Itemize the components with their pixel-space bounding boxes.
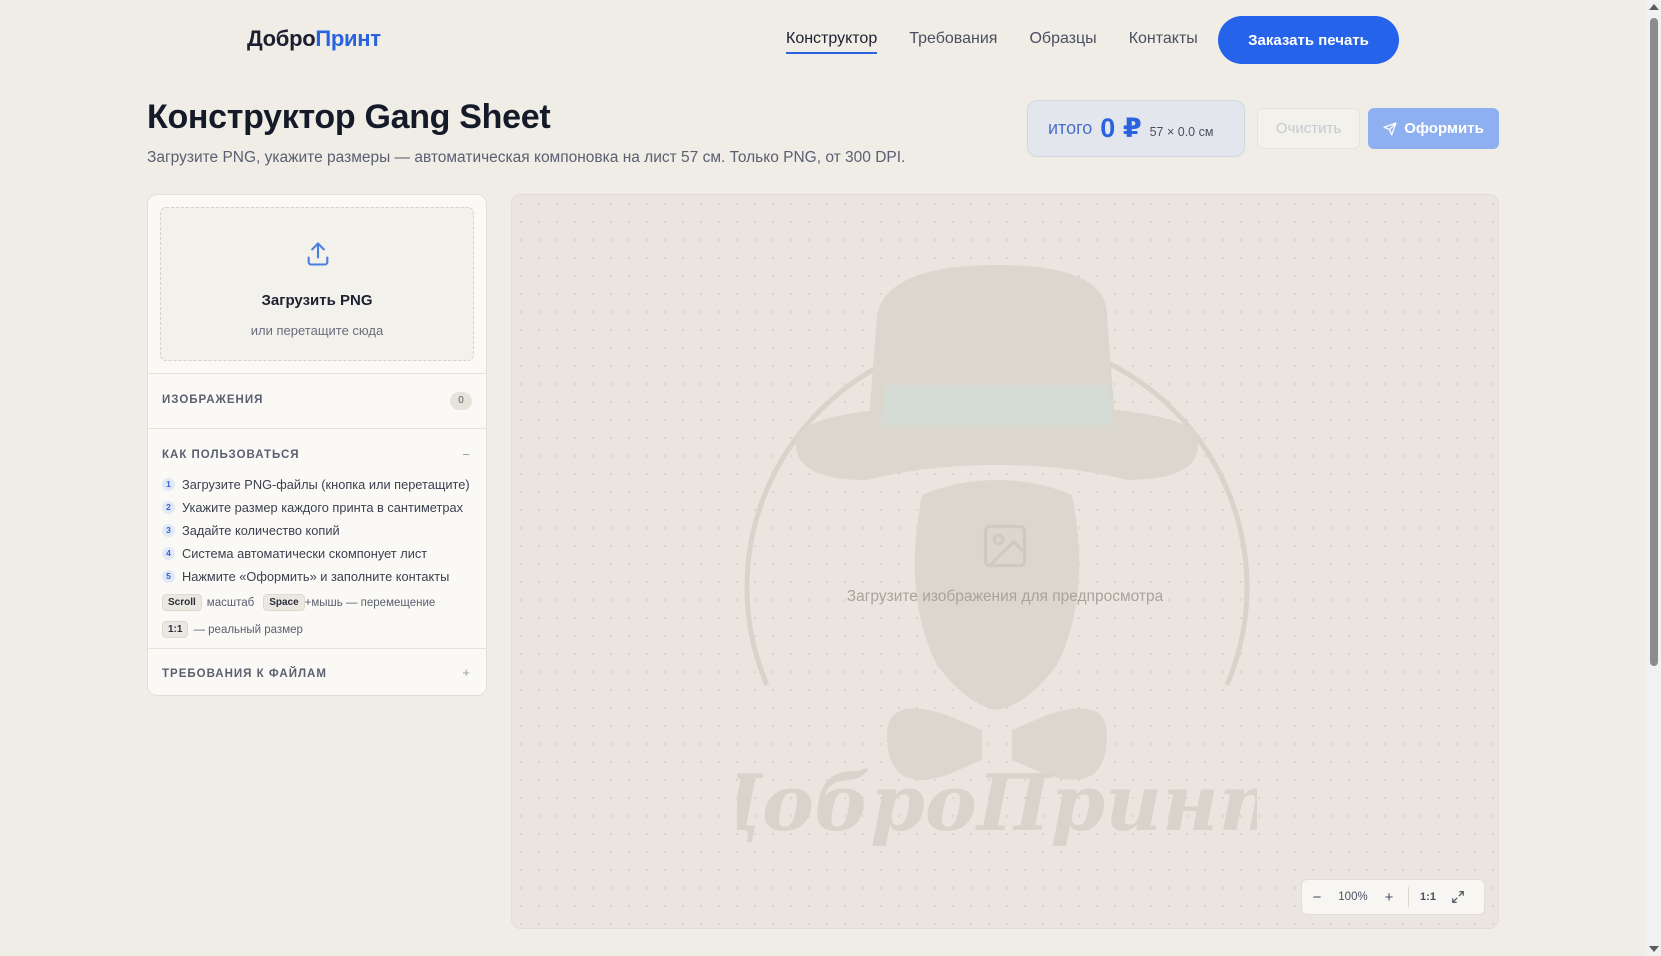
scroll-key: Scroll [162, 594, 202, 611]
zoom-out-button[interactable]: − [1302, 889, 1332, 906]
images-section[interactable]: ИЗОБРАЖЕНИЯ 0 [148, 373, 486, 428]
list-item: 2 Укажите размер каждого принта в сантиме… [162, 500, 482, 523]
checkout-button[interactable]: Оформить [1368, 108, 1499, 149]
fullscreen-button[interactable] [1443, 890, 1473, 904]
step-number: 5 [162, 570, 175, 583]
list-item: 3 Задайте количество копий [162, 523, 482, 546]
total-label: итого [1048, 118, 1093, 138]
step-text: Система автоматически скомпонует лист [182, 546, 428, 561]
howto-steps: 1 Загрузите PNG-файлы (кнопка или перетащ… [162, 477, 482, 592]
nav-samples[interactable]: Образцы [1029, 30, 1096, 54]
logo-part-1: Добро [247, 26, 316, 51]
upload-dropzone[interactable]: Загрузить PNG или перетащите сюда [160, 207, 474, 361]
scroll-up-arrow[interactable] [1649, 4, 1659, 10]
order-print-button[interactable]: Заказать печать [1218, 16, 1399, 64]
hint-row: Scroll масштаб Space +мышь — перемещение [162, 589, 482, 616]
send-icon [1383, 122, 1397, 135]
zoom-in-button[interactable]: + [1374, 889, 1404, 906]
zoom-controls: − 100% + 1:1 [1301, 879, 1485, 915]
requirements-section[interactable]: ТРЕБОВАНИЯ К ФАЙЛАМ + [148, 648, 486, 695]
logo[interactable]: ДоброПринт [247, 26, 381, 52]
nav-constructor[interactable]: Конструктор [786, 30, 878, 54]
preview-placeholder-text: Загрузите изображения для предпросмотра [846, 588, 1164, 605]
hint-row: 1:1 — реальный размер [162, 616, 482, 643]
list-item: 4 Система автоматически скомпонует лист [162, 546, 482, 569]
requirements-expand-toggle[interactable]: + [462, 665, 470, 680]
scroll-down-arrow[interactable] [1649, 946, 1659, 952]
watermark-text: ДоброПринт [737, 758, 1257, 849]
page-scrollbar[interactable] [1646, 0, 1661, 956]
step-number: 1 [162, 478, 175, 491]
howto-section: КАК ПОЛЬЗОВАТЬСЯ − 1 Загрузите PNG-файлы … [148, 428, 486, 648]
requirements-title: ТРЕБОВАНИЯ К ФАЙЛАМ [162, 668, 327, 680]
space-key: Space [263, 594, 305, 611]
image-placeholder-icon [983, 524, 1027, 568]
step-text: Загрузите PNG-файлы (кнопка или перетащи… [182, 477, 470, 492]
step-number: 2 [162, 501, 175, 514]
nav-requirements[interactable]: Требования [909, 30, 997, 54]
upload-icon [307, 242, 329, 266]
step-number: 3 [162, 524, 175, 537]
images-title: ИЗОБРАЖЕНИЯ [162, 394, 264, 406]
zoom-level: 100% [1338, 891, 1368, 903]
sidebar: Загрузить PNG или перетащите сюда ИЗОБРА… [147, 194, 487, 696]
one-to-one-hint: — реальный размер [193, 623, 303, 636]
images-count-badge: 0 [450, 392, 472, 410]
top-header: ДоброПринт Конструктор Требования Образц… [0, 0, 1646, 80]
actual-size-button[interactable]: 1:1 [1413, 891, 1443, 903]
howto-collapse-toggle[interactable]: − [462, 447, 470, 462]
one-to-one-key: 1:1 [162, 621, 189, 638]
preview-canvas[interactable]: ДоброПринт Загрузите изображения для пре… [511, 194, 1499, 929]
clear-button[interactable]: Очистить [1257, 108, 1360, 149]
zoom-divider [1408, 887, 1409, 907]
scroll-hint: масштаб [206, 596, 255, 609]
page-subtitle: Загрузите PNG, укажите размеры — автомат… [147, 149, 906, 166]
step-text: Нажмите «Оформить» и заполните контакты [182, 569, 450, 584]
list-item: 1 Загрузите PNG-файлы (кнопка или перетащ… [162, 477, 482, 500]
logo-part-2: Принт [315, 26, 381, 51]
keyboard-hints: Scroll масштаб Space +мышь — перемещение… [162, 589, 482, 643]
step-number: 4 [162, 547, 175, 560]
step-text: Укажите размер каждого принта в сантимет… [182, 500, 463, 515]
page-title: Конструктор Gang Sheet [147, 98, 551, 136]
checkout-label: Оформить [1404, 120, 1484, 137]
total-value: 0 ₽ [1100, 113, 1142, 143]
expand-icon [1452, 891, 1464, 903]
nav-contacts[interactable]: Контакты [1129, 30, 1198, 54]
howto-title: КАК ПОЛЬЗОВАТЬСЯ [162, 449, 300, 461]
total-summary: итого 0 ₽ 57 × 0.0 см [1027, 100, 1245, 157]
main-nav: Конструктор Требования Образцы Контакты [786, 30, 1230, 54]
sheet-size: 57 × 0.0 см [1149, 124, 1214, 139]
upload-title: Загрузить PNG [261, 292, 373, 309]
scroll-thumb[interactable] [1650, 18, 1658, 666]
step-text: Задайте количество копий [182, 523, 340, 538]
space-hint: +мышь — перемещение [304, 596, 436, 609]
upload-subtitle: или перетащите сюда [250, 323, 384, 338]
